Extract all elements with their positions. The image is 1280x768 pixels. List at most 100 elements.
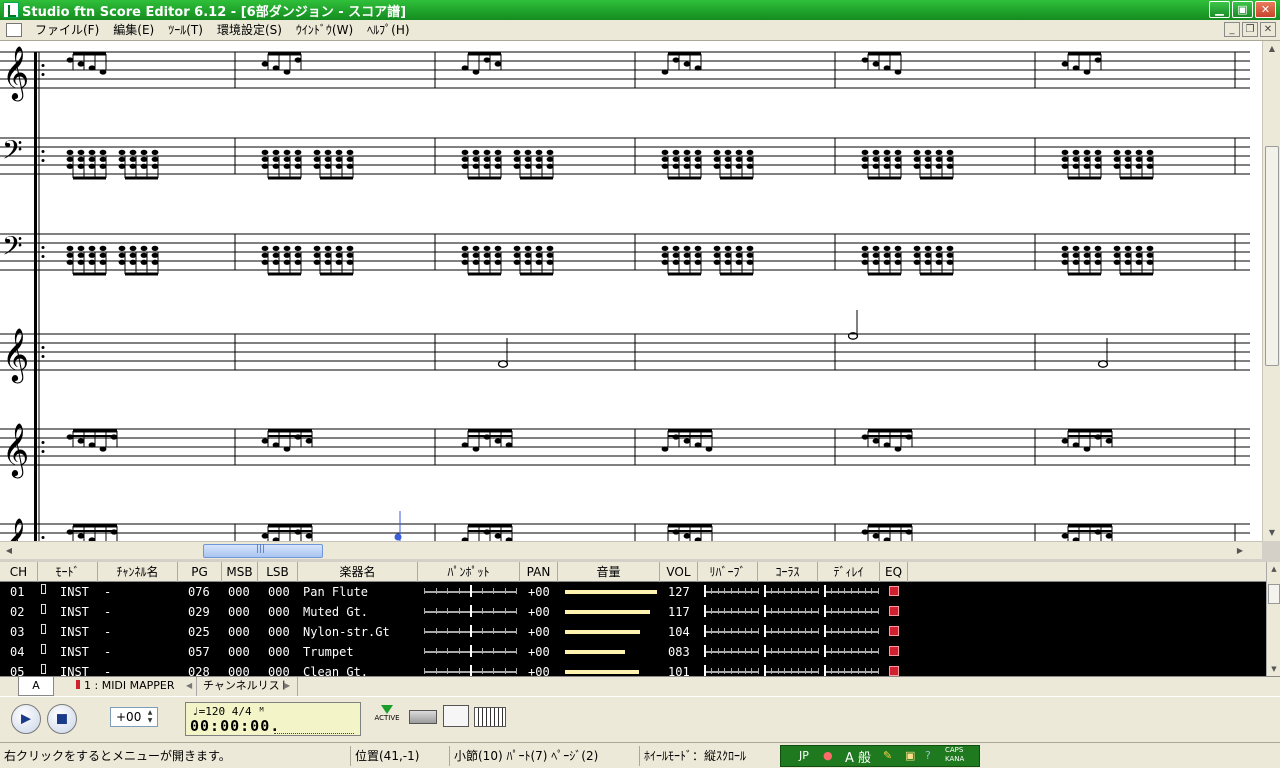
channel-row[interactable]: 01 INST - 076 000 000 Pan Flute +00 127	[0, 582, 1266, 602]
ime-tool-icon[interactable]: ✎	[883, 749, 892, 762]
menu-edit[interactable]: 編集(E)	[106, 21, 161, 40]
instrument-name[interactable]: Trumpet	[303, 645, 354, 659]
slider-knob[interactable]	[470, 585, 472, 597]
volume-bar[interactable]	[565, 630, 640, 634]
tab-right-arrow-icon[interactable]: ▶	[284, 681, 290, 690]
header-pg[interactable]: PG	[178, 562, 222, 582]
slider-knob[interactable]	[764, 605, 766, 617]
header-pan-pot[interactable]: ﾊﾟﾝﾎﾟｯﾄ	[418, 562, 520, 582]
pan-pot-slider[interactable]	[424, 625, 517, 637]
mode-checkbox[interactable]	[41, 644, 46, 654]
slider-knob[interactable]	[764, 665, 766, 676]
menu-settings[interactable]: 環境設定(S)	[210, 21, 289, 40]
header-reverb[interactable]: ﾘﾊﾞｰﾌﾞ	[698, 562, 758, 582]
score-horizontal-scrollbar[interactable]: ◀ ▶	[0, 541, 1262, 559]
channel-scroll-down-icon[interactable]: ▼	[1267, 662, 1280, 676]
chorus-slider[interactable]	[764, 605, 819, 617]
header-msb[interactable]: MSB	[222, 562, 258, 582]
header-instrument[interactable]: 楽器名	[298, 562, 418, 582]
header-lsb[interactable]: LSB	[258, 562, 298, 582]
scroll-left-arrow-icon[interactable]: ◀	[1, 543, 17, 559]
vertical-scroll-thumb[interactable]	[1265, 146, 1279, 366]
eq-button[interactable]	[889, 586, 899, 596]
score-canvas[interactable]: 𝄞 𝄢 𝄢 𝄞 𝄞 𝄞	[0, 41, 1262, 541]
score-vertical-scrollbar[interactable]: ▲ ▼	[1262, 41, 1280, 541]
instrument-name[interactable]: Clean Gt.	[303, 665, 368, 676]
volume-bar[interactable]	[565, 650, 625, 654]
delay-slider[interactable]	[824, 665, 879, 676]
eq-button[interactable]	[889, 646, 899, 656]
volume-bar[interactable]	[565, 590, 657, 594]
pan-pot-slider[interactable]	[424, 605, 517, 617]
horizontal-scroll-thumb[interactable]	[203, 544, 323, 558]
header-ch[interactable]: CH	[0, 562, 38, 582]
menu-tools[interactable]: ﾂｰﾙ(T)	[161, 21, 210, 40]
eq-button[interactable]	[889, 606, 899, 616]
channel-row[interactable]: 03 INST - 025 000 000 Nylon-str.Gt +00 104	[0, 622, 1266, 642]
spinner-arrows-icon[interactable]: ▲ ▼	[144, 709, 156, 725]
pan-pot-slider[interactable]	[424, 585, 517, 597]
channel-name[interactable]: -	[104, 645, 111, 659]
eq-button[interactable]	[889, 626, 899, 636]
mode-checkbox[interactable]	[41, 604, 46, 614]
tab-channel-list[interactable]: チャンネルリスト	[196, 677, 298, 696]
chorus-slider[interactable]	[764, 645, 819, 657]
menu-file[interactable]: ファイル(F)	[28, 21, 106, 40]
instrument-name[interactable]: Muted Gt.	[303, 605, 368, 619]
slider-knob[interactable]	[764, 625, 766, 637]
ime-dictionary-icon[interactable]: ▣	[905, 749, 915, 762]
instrument-name[interactable]: Nylon-str.Gt	[303, 625, 390, 639]
delay-slider[interactable]	[824, 625, 879, 637]
menu-help[interactable]: ﾍﾙﾌﾟ(H)	[360, 21, 416, 40]
volume-bar[interactable]	[565, 610, 650, 614]
close-button[interactable]: ✕	[1255, 1, 1276, 18]
channel-scrollbar[interactable]: ▲ ▼	[1266, 562, 1280, 676]
scroll-right-arrow-icon[interactable]: ▶	[1232, 543, 1248, 559]
delay-slider[interactable]	[824, 645, 879, 657]
pan-pot-slider[interactable]	[424, 665, 517, 676]
slider-knob[interactable]	[470, 645, 472, 657]
header-pan[interactable]: PAN	[520, 562, 558, 582]
ime-toolbar[interactable]: JP ● A 般 ✎ ▣ ? CAPS KANA	[780, 745, 980, 767]
chorus-slider[interactable]	[764, 665, 819, 676]
channel-name[interactable]: -	[104, 665, 111, 676]
channel-scroll-thumb[interactable]	[1268, 584, 1280, 604]
header-chorus[interactable]: ｺｰﾗｽ	[758, 562, 818, 582]
reverb-slider[interactable]	[704, 645, 759, 657]
slider-knob[interactable]	[470, 625, 472, 637]
mdi-minimize-button[interactable]: _	[1224, 22, 1240, 37]
slider-knob[interactable]	[824, 645, 826, 657]
mode-checkbox[interactable]	[41, 624, 46, 634]
ime-mode[interactable]: A 般	[845, 747, 871, 766]
delay-slider[interactable]	[824, 585, 879, 597]
slider-knob[interactable]	[764, 645, 766, 657]
header-delay[interactable]: ﾃﾞｨﾚｲ	[818, 562, 880, 582]
active-toggle-button[interactable]: ACTIVE	[372, 705, 402, 729]
channel-row[interactable]: 04 INST - 057 000 000 Trumpet +00 083	[0, 642, 1266, 662]
header-volume[interactable]: 音量	[558, 562, 660, 582]
piano-keyboard-icon[interactable]	[474, 707, 506, 727]
header-vol[interactable]: VOL	[660, 562, 698, 582]
document-icon[interactable]	[6, 23, 22, 37]
pan-pot-slider[interactable]	[424, 645, 517, 657]
slider-knob[interactable]	[824, 605, 826, 617]
channel-row[interactable]: 02 INST - 029 000 000 Muted Gt. +00 117	[0, 602, 1266, 622]
mixer-icon[interactable]	[443, 705, 469, 727]
ime-mic-icon[interactable]: ●	[823, 749, 833, 762]
slider-knob[interactable]	[704, 605, 706, 617]
slider-knob[interactable]	[764, 585, 766, 597]
slider-knob[interactable]	[704, 625, 706, 637]
volume-bar[interactable]	[565, 670, 639, 674]
chorus-slider[interactable]	[764, 625, 819, 637]
tab-midi-mapper[interactable]: 1 : MIDI MAPPER	[70, 677, 181, 696]
slider-knob[interactable]	[824, 665, 826, 676]
scroll-down-arrow-icon[interactable]: ▼	[1264, 525, 1280, 541]
header-mode[interactable]: ﾓｰﾄﾞ	[38, 562, 98, 582]
eq-button[interactable]	[889, 666, 899, 676]
tab-a[interactable]: A	[18, 677, 54, 696]
slider-knob[interactable]	[704, 585, 706, 597]
scroll-up-arrow-icon[interactable]: ▲	[1264, 41, 1280, 57]
play-button[interactable]: ▶	[11, 704, 41, 734]
reverb-slider[interactable]	[704, 665, 759, 676]
midi-device-icon[interactable]	[409, 710, 437, 724]
